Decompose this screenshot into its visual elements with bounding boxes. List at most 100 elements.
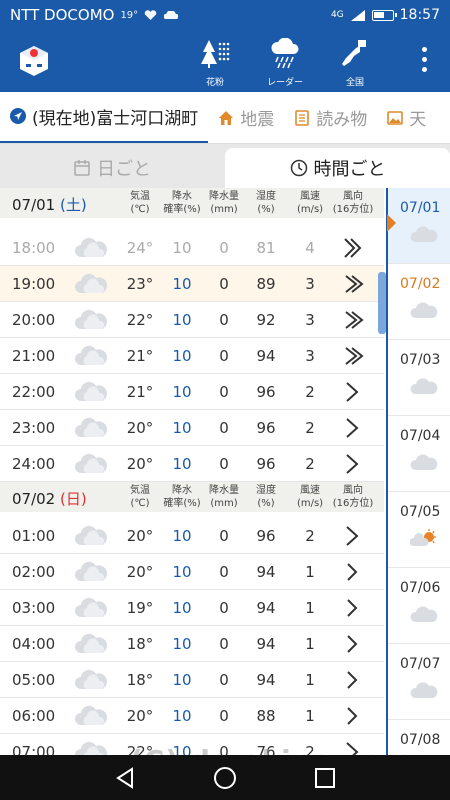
hourly-view-button[interactable]: 時間ごと — [225, 148, 450, 188]
cloudy-icon — [410, 226, 438, 242]
row-pop: 10 — [172, 419, 192, 437]
date-navigator-item[interactable]: 07/07 — [388, 644, 450, 720]
tab-earthquake[interactable]: 地震 — [208, 92, 284, 143]
cloudy-icon — [74, 451, 108, 477]
table-row[interactable]: 04:00 18° 10 0 94 1 — [0, 626, 384, 662]
row-temp: 24° — [126, 239, 154, 257]
hourly-view-label: 時間ごと — [313, 159, 386, 180]
wind-direction-icon — [336, 308, 370, 332]
row-time: 21:00 — [12, 347, 56, 365]
row-humidity: 81 — [256, 239, 276, 257]
row-wind: 1 — [305, 671, 315, 689]
overflow-menu-icon[interactable] — [422, 47, 428, 75]
date-navigator-item[interactable]: 07/06 — [388, 568, 450, 644]
table-row[interactable]: 01:00 20° 10 0 96 2 — [0, 518, 384, 554]
tab-current-location[interactable]: (現在地)富士河口湖町 — [0, 92, 209, 143]
pollen-button[interactable]: 花粉 — [190, 38, 240, 88]
row-wind: 1 — [305, 563, 315, 581]
row-wind: 2 — [305, 419, 315, 437]
date-navigator-item[interactable]: 07/04 — [388, 416, 450, 492]
tab-label: 天 — [409, 110, 427, 130]
back-icon[interactable] — [112, 765, 138, 791]
col-rain: 降水量 (mm) — [209, 191, 239, 215]
table-row[interactable]: 18:00 24° 10 0 81 4 — [0, 230, 384, 266]
wind-direction-icon — [336, 272, 370, 296]
app-logo-icon[interactable] — [18, 44, 50, 78]
row-pop: 10 — [172, 671, 192, 689]
location-arrow-icon — [10, 108, 26, 124]
row-rain: 0 — [219, 239, 229, 257]
wind-direction-icon — [336, 668, 370, 692]
col-pop: 降水 確率(%) — [163, 191, 201, 215]
date-text: 07/02 — [12, 490, 56, 508]
col-rain: 降水量 (mm) — [209, 485, 239, 509]
row-rain: 0 — [219, 563, 229, 581]
japan-map-icon — [342, 40, 366, 66]
table-row[interactable]: 20:00 22° 10 0 92 3 — [0, 302, 384, 338]
row-temp: 20° — [126, 419, 154, 437]
row-humidity: 94 — [256, 635, 276, 653]
date-navigator[interactable]: 07/01 07/02 07/03 07/04 07/05 07/06 07/07 07/08 — [386, 188, 450, 755]
current-date-marker — [387, 214, 396, 232]
cloudy-icon — [74, 235, 108, 261]
cloudy-icon — [74, 415, 108, 441]
table-row[interactable]: 24:00 20° 10 0 96 2 — [0, 446, 384, 482]
tab-weather[interactable]: 天 — [377, 92, 436, 143]
cloudy-icon — [410, 378, 438, 394]
table-row[interactable]: 05:00 18° 10 0 94 1 — [0, 662, 384, 698]
navigator-date: 07/05 — [400, 504, 441, 520]
wind-direction-icon — [336, 380, 370, 404]
col-wind: 風速 (m/s) — [296, 485, 324, 509]
row-pop: 10 — [172, 383, 192, 401]
home-icon[interactable] — [212, 765, 238, 791]
tab-articles[interactable]: 読み物 — [284, 92, 377, 143]
nationwide-button[interactable]: 全国 — [330, 38, 380, 88]
row-temp: 19° — [126, 599, 154, 617]
recents-icon[interactable] — [312, 765, 338, 791]
daily-view-button[interactable]: 日ごと — [0, 148, 224, 188]
radar-button[interactable]: レーダー — [260, 37, 310, 88]
row-pop: 10 — [172, 635, 192, 653]
date-navigator-item[interactable]: 07/01 — [388, 188, 450, 264]
row-humidity: 94 — [256, 563, 276, 581]
navigator-date: 07/07 — [400, 656, 441, 672]
rain-cloud-icon — [271, 37, 299, 69]
date-navigator-item[interactable]: 07/03 — [388, 340, 450, 416]
navigator-date: 07/03 — [400, 352, 441, 368]
table-row[interactable]: 06:00 20° 10 0 88 1 — [0, 698, 384, 734]
house-icon — [219, 110, 234, 125]
col-direction: 風向 (16方位) — [332, 191, 374, 215]
wind-direction-icon — [336, 596, 370, 620]
date-navigator-item[interactable]: 07/05 — [388, 492, 450, 568]
row-time: 02:00 — [12, 563, 56, 581]
table-row[interactable]: 02:00 20° 10 0 94 1 — [0, 554, 384, 590]
row-time: 20:00 — [12, 311, 56, 329]
cloudy-icon — [410, 606, 438, 622]
row-humidity: 94 — [256, 599, 276, 617]
table-row[interactable]: 22:00 21° 10 0 96 2 — [0, 374, 384, 410]
row-pop: 10 — [172, 563, 192, 581]
row-pop: 10 — [172, 599, 192, 617]
row-pop: 10 — [172, 239, 192, 257]
row-wind: 3 — [305, 311, 315, 329]
weekday-text: (日) — [60, 490, 87, 508]
hourly-forecast-list[interactable]: 07/01 (土) 気温 (℃) 降水 確率(%) 降水量 (mm) 湿度 (%) 風速… — [0, 188, 384, 755]
partly-sunny-icon — [410, 529, 436, 546]
table-row[interactable]: 19:00 23° 10 0 89 3 — [0, 266, 384, 302]
row-humidity: 88 — [256, 707, 276, 725]
navigator-date: 07/06 — [400, 580, 441, 596]
wind-direction-icon — [336, 416, 370, 440]
row-time: 06:00 — [12, 707, 56, 725]
date-navigator-item[interactable]: 07/02 — [388, 264, 450, 340]
list-scrollbar[interactable] — [378, 272, 386, 334]
row-pop: 10 — [172, 455, 192, 473]
navigator-date: 07/04 — [400, 428, 441, 444]
document-icon — [295, 109, 310, 126]
table-row[interactable]: 23:00 20° 10 0 96 2 — [0, 410, 384, 446]
row-humidity: 94 — [256, 347, 276, 365]
pollen-icon — [201, 40, 230, 68]
cloudy-icon — [74, 343, 108, 369]
table-row[interactable]: 03:00 19° 10 0 94 1 — [0, 590, 384, 626]
network-type: 4G — [330, 10, 344, 20]
table-row[interactable]: 21:00 21° 10 0 94 3 — [0, 338, 384, 374]
